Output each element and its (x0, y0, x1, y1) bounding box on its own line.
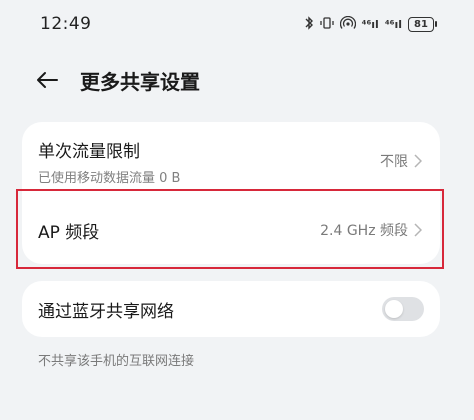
status-time: 12:49 (40, 14, 92, 34)
data-usage-text: 已使用移动数据流量 0 B (38, 170, 181, 186)
vibrate-icon (319, 16, 334, 33)
bluetooth-share-description: 不共享该手机的互联网连接 (38, 354, 195, 369)
bluetooth-share-label: 通过蓝牙共享网络 (38, 301, 174, 322)
hotspot-icon (339, 15, 356, 33)
toggle-knob (385, 300, 403, 318)
data-limit-setting[interactable]: 单次流量限制 已使用移动数据流量 0 B 不限 (22, 130, 440, 192)
settings-card-bluetooth: 通过蓝牙共享网络 (22, 281, 440, 337)
bluetooth-share-setting: 通过蓝牙共享网络 (22, 281, 440, 337)
back-arrow-icon[interactable] (34, 67, 60, 93)
bluetooth-share-toggle[interactable] (382, 297, 424, 321)
signal-icon: ⁴⁶ıl (384, 18, 402, 31)
signal-icon: ⁴⁶ıl (361, 18, 379, 31)
highlight-box (16, 189, 444, 269)
battery-level: 81 (414, 19, 428, 30)
battery-icon: 81 (408, 17, 437, 32)
chevron-right-icon (414, 154, 424, 168)
status-bar: 12:49 ⁴⁶ıl ⁴⁶ıl 81 (0, 0, 474, 48)
data-limit-value: 不限 (380, 154, 408, 170)
data-limit-label: 单次流量限制 (38, 141, 140, 162)
page-title: 更多共享设置 (80, 69, 200, 94)
bluetooth-icon (304, 16, 314, 33)
status-icons: ⁴⁶ıl ⁴⁶ıl 81 (304, 15, 437, 33)
title-bar: 更多共享设置 (0, 58, 474, 102)
